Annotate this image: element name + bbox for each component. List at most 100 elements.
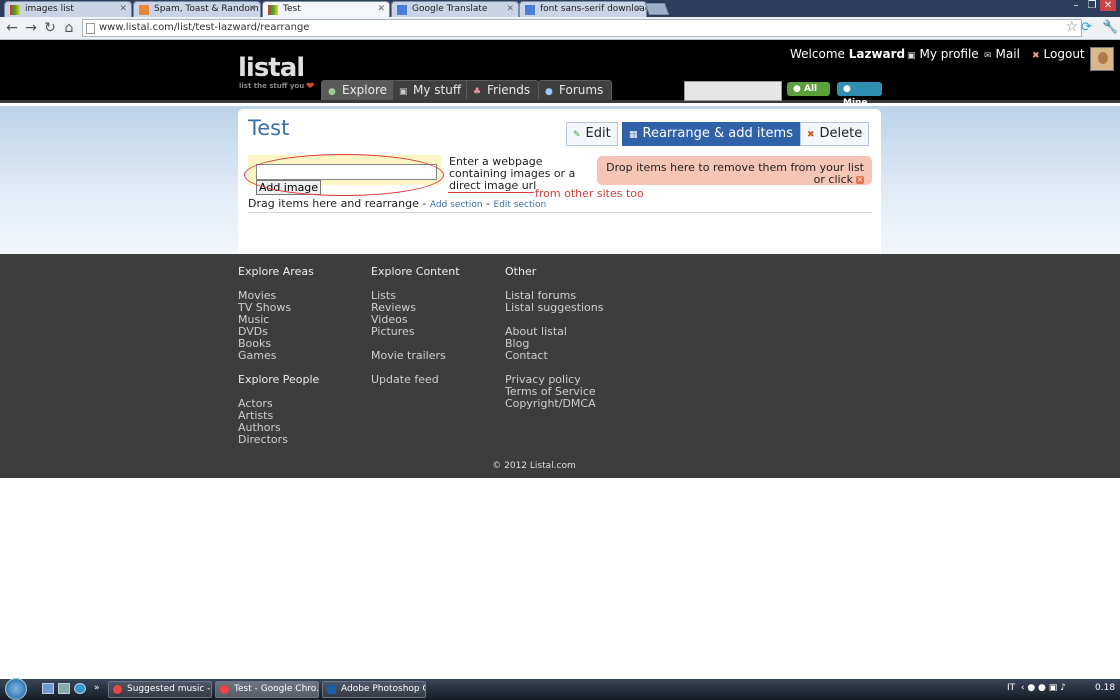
listal-favicon-icon	[10, 5, 20, 15]
system-tray: IT ‹ ● ● ▣ ♪	[1007, 683, 1066, 693]
close-tab-icon[interactable]: ✕	[119, 2, 127, 16]
blogger-favicon-icon	[139, 5, 149, 15]
browser-tab[interactable]: Spam, Toast & Random Q ✕	[133, 1, 261, 17]
bookmark-star-icon[interactable]: ☆	[1065, 19, 1078, 35]
footer-link[interactable]: Directors	[238, 434, 319, 446]
address-bar[interactable]: www.listal.com/list/test-lazward/rearran…	[82, 19, 1082, 37]
site-tagline: list the stuff you	[239, 82, 305, 90]
browser-tab[interactable]: Google Translate ✕	[391, 1, 519, 17]
edit-section-link[interactable]: Edit section	[494, 200, 547, 210]
avatar[interactable]	[1090, 47, 1114, 71]
welcome-text: Welcome Lazward	[790, 47, 906, 61]
nav-tab-forums[interactable]: ● Forums	[538, 80, 613, 100]
image-url-input[interactable]	[256, 164, 437, 180]
taskbar-item-active[interactable]: Test - Google Chro...	[215, 681, 319, 698]
page-title: Test	[248, 116, 290, 140]
delete-icon: ✖	[807, 130, 815, 140]
heart-icon: ❤	[306, 81, 315, 92]
delete-button[interactable]: ✖ Delete	[800, 122, 870, 146]
nav-tab-explore[interactable]: ● Explore	[321, 80, 397, 100]
close-tab-icon[interactable]: ✕	[248, 2, 256, 16]
add-image-button[interactable]: Add image	[256, 180, 322, 195]
profile-icon: ▣	[907, 51, 916, 61]
explorer-icon[interactable]	[58, 683, 70, 694]
page-icon	[86, 23, 95, 34]
username[interactable]: Lazward	[849, 47, 905, 61]
home-icon[interactable]: ⌂	[60, 20, 78, 36]
drag-instructions: Drag items here and rearrange - Add sect…	[248, 197, 547, 210]
browser-tab-strip: images list ✕ Spam, Toast & Random Q ✕ Tes…	[0, 0, 1120, 18]
forward-icon[interactable]: →	[22, 20, 40, 36]
footer-link[interactable]: Contact	[505, 350, 604, 362]
clock[interactable]: 0.18	[1095, 683, 1115, 693]
browser-tab[interactable]: images list ✕	[4, 1, 132, 17]
footer-col-other: Other Listal forums Listal suggestions A…	[505, 266, 604, 410]
divider	[248, 212, 872, 213]
mail-icon: ✉	[984, 51, 992, 61]
site-logo[interactable]: listal	[238, 53, 305, 83]
close-tab-icon[interactable]: ✕	[634, 2, 642, 16]
google-translate-favicon-icon	[397, 5, 407, 15]
search-mine-button[interactable]: ● Mine	[837, 82, 882, 108]
copyright: © 2012 Listal.com	[492, 461, 576, 471]
footer-col-content: Explore Content Lists Reviews Videos Pic…	[371, 266, 460, 386]
footer-link[interactable]: Pictures	[371, 326, 460, 338]
show-desktop-icon[interactable]	[42, 683, 54, 694]
my-profile-link[interactable]: ▣ My profile	[907, 47, 979, 61]
logout-link[interactable]: ✖ Logout	[1032, 47, 1085, 61]
internet-explorer-icon[interactable]	[74, 683, 86, 694]
pencil-icon: ✎	[573, 130, 581, 140]
red-annotation-text: from other sites too	[535, 187, 644, 200]
footer-link[interactable]: Movie trailers	[371, 350, 460, 362]
footer-link[interactable]: Update feed	[371, 374, 460, 386]
logout-icon: ✖	[1032, 51, 1040, 61]
edit-button[interactable]: ✎ Edit	[566, 122, 618, 146]
nav-tab-my-stuff[interactable]: ▣ My stuff	[392, 80, 471, 100]
friends-icon: ♣	[473, 87, 482, 97]
maximize-icon[interactable]: ❐	[1084, 0, 1100, 11]
red-annotation-underline	[448, 192, 534, 193]
extension-icon[interactable]: ⟳	[1081, 20, 1092, 35]
close-window-icon[interactable]: ✕	[1100, 0, 1116, 11]
window-controls: – ❐ ✕	[1068, 0, 1116, 11]
mail-link[interactable]: ✉ Mail	[984, 47, 1020, 61]
footer-col-explore: Explore Areas Movies TV Shows Music DVDs…	[238, 266, 319, 446]
footer-link[interactable]: Games	[238, 350, 319, 362]
wrench-icon[interactable]: 🔧	[1102, 20, 1118, 35]
footer-heading: Explore Areas	[238, 265, 314, 278]
browser-tab-active[interactable]: Test ✕	[262, 1, 390, 18]
search-all-button[interactable]: ● All	[787, 82, 830, 96]
taskbar-item[interactable]: Suggested music - ...	[108, 681, 212, 698]
chevron-right-icon[interactable]: »	[94, 683, 106, 694]
taskbar-item[interactable]: Adobe Photoshop C...	[322, 681, 426, 698]
chrome-icon	[220, 685, 229, 694]
start-button[interactable]	[5, 678, 27, 700]
footer-heading: Explore Content	[371, 265, 460, 278]
reload-icon[interactable]: ↻	[41, 20, 59, 36]
chrome-icon	[113, 685, 122, 694]
footer-heading: Other	[505, 265, 537, 278]
browser-tab[interactable]: font sans-serif download - ✕	[519, 1, 647, 17]
footer-link[interactable]: Copyright/DMCA	[505, 398, 604, 410]
close-tab-icon[interactable]: ✕	[506, 2, 514, 16]
speech-bubble-icon: ●	[545, 87, 553, 97]
photoshop-icon	[327, 685, 336, 694]
search-input[interactable]	[684, 81, 782, 101]
footer-link[interactable]: Listal suggestions	[505, 302, 604, 314]
footer-heading: Explore People	[238, 373, 320, 386]
new-tab-button[interactable]	[644, 3, 670, 15]
folder-icon: ▣	[399, 87, 408, 97]
listal-favicon-icon	[268, 5, 278, 15]
close-tab-icon[interactable]: ✕	[377, 2, 385, 16]
remove-icon[interactable]: ✕	[856, 176, 864, 184]
browser-toolbar: ← → ↻ ⌂ www.listal.com/list/test-lazward…	[0, 17, 1120, 40]
grid-icon: ▦	[629, 130, 638, 140]
add-section-link[interactable]: Add section	[430, 200, 483, 210]
nav-tab-friends[interactable]: ♣ Friends	[466, 80, 540, 100]
google-favicon-icon	[525, 5, 535, 15]
minimize-icon[interactable]: –	[1068, 0, 1084, 11]
rearrange-add-items-button[interactable]: ▦ Rearrange & add items	[622, 122, 800, 146]
explore-icon: ●	[328, 87, 336, 97]
back-icon[interactable]: ←	[3, 20, 21, 36]
remove-drop-zone[interactable]: Drop items here to remove them from your…	[597, 156, 872, 186]
